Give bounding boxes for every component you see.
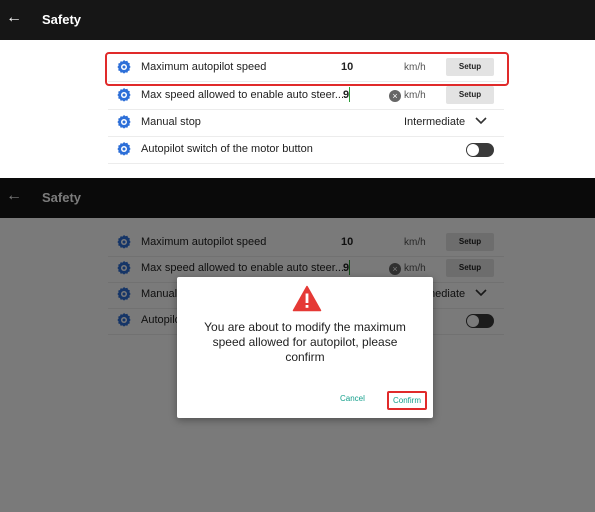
toggle-knob [467, 144, 479, 156]
motor-button-toggle[interactable] [466, 143, 494, 157]
text-cursor [349, 87, 350, 102]
warning-icon [292, 285, 322, 312]
app-bar: ← Safety [0, 0, 595, 40]
setting-label: Autopilot switch of the motor button [141, 143, 313, 155]
settings-panel-before: ← Safety Maximum autopilot speed 10 km/h… [0, 0, 595, 170]
confirm-button[interactable]: Confirm [387, 391, 428, 410]
highlight-box [105, 52, 509, 86]
confirm-dialog: You are about to modify the maximum spee… [177, 277, 433, 418]
setting-row-max-speed-auto-steer: Max speed allowed to enable auto steer..… [108, 82, 504, 110]
page-title: Safety [42, 12, 82, 27]
settings-gear-icon [117, 88, 131, 102]
back-arrow-icon[interactable]: ← [6, 9, 22, 27]
manual-stop-dropdown[interactable]: Intermediate [404, 116, 487, 128]
setting-label: Max speed allowed to enable auto steer..… [141, 89, 345, 101]
settings-gear-icon [117, 115, 131, 129]
setting-row-manual-stop: Manual stop Intermediate [108, 109, 504, 137]
chevron-down-icon [475, 117, 487, 125]
clear-input-icon[interactable]: × [389, 90, 401, 102]
dialog-message: You are about to modify the maximum spee… [204, 320, 406, 364]
setting-row-motor-button-switch: Autopilot switch of the motor button [108, 136, 504, 164]
settings-panel-with-dialog: ← Safety Maximum autopilot speed 10 km/h… [0, 178, 595, 512]
dropdown-value: Intermediate [404, 116, 466, 128]
setting-label: Manual stop [141, 116, 201, 128]
setup-button[interactable]: Setup [446, 86, 494, 104]
speed-unit: km/h [404, 90, 426, 101]
cancel-button[interactable]: Cancel [340, 394, 365, 403]
settings-gear-icon [117, 142, 131, 156]
